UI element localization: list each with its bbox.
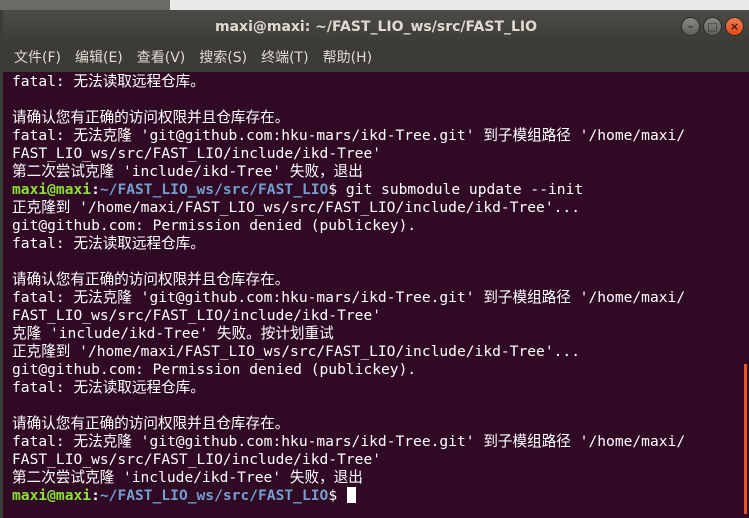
output-line: FAST_LIO_ws/src/FAST_LIO/include/ikd-Tre… xyxy=(12,451,739,469)
terminal-window: maxi@maxi: ~/FAST_LIO_ws/src/FAST_LIO – … xyxy=(3,10,749,518)
prompt-path: ~/FAST_LIO_ws/src/FAST_LIO xyxy=(99,487,329,504)
line-text: FAST_LIO_ws/src/FAST_LIO/include/ikd-Tre… xyxy=(12,307,382,324)
line-text: 请确认您有正确的访问权限并且仓库存在。 xyxy=(12,415,290,432)
menubar: 文件(F) 编辑(E) 查看(V) 搜索(S) 终端(T) 帮助(H) xyxy=(3,44,749,72)
output-line: fatal: 无法读取远程仓库。 xyxy=(12,379,739,397)
prompt-line: maxi@maxi:~/FAST_LIO_ws/src/FAST_LIO$ gi… xyxy=(12,181,739,199)
line-text: fatal: 无法克隆 'git@github.com:hku-mars/ikd… xyxy=(12,289,686,306)
prompt-colon: : xyxy=(91,181,100,198)
menu-search[interactable]: 搜索(S) xyxy=(192,44,254,72)
output-line: 正克隆到 '/home/maxi/FAST_LIO_ws/src/FAST_LI… xyxy=(12,343,739,361)
menu-terminal[interactable]: 终端(T) xyxy=(254,44,315,72)
line-text: 正克隆到 '/home/maxi/FAST_LIO_ws/src/FAST_LI… xyxy=(12,343,580,360)
menu-file[interactable]: 文件(F) xyxy=(3,44,68,72)
terminal-cursor xyxy=(346,487,356,503)
line-text: 第二次尝试克隆 'include/ikd-Tree' 失败，退出 xyxy=(12,163,363,180)
menu-edit[interactable]: 编辑(E) xyxy=(68,44,130,72)
output-line: FAST_LIO_ws/src/FAST_LIO/include/ikd-Tre… xyxy=(12,145,739,163)
line-text: 正克隆到 '/home/maxi/FAST_LIO_ws/src/FAST_LI… xyxy=(12,199,580,216)
output-line: fatal: 无法读取远程仓库。 xyxy=(12,73,739,91)
scrollbar-thumb[interactable] xyxy=(744,364,747,514)
window-controls: – □ × xyxy=(681,17,744,36)
output-line: fatal: 无法读取远程仓库。 xyxy=(12,235,739,253)
prompt-colon: : xyxy=(91,487,100,504)
background-window-strip xyxy=(170,0,749,10)
line-text: git@github.com: Permission denied (publi… xyxy=(12,361,417,378)
line-text: git@github.com: Permission denied (publi… xyxy=(12,217,417,234)
output-line: 请确认您有正确的访问权限并且仓库存在。 xyxy=(12,271,739,289)
output-line: FAST_LIO_ws/src/FAST_LIO/include/ikd-Tre… xyxy=(12,307,739,325)
output-line: git@github.com: Permission denied (publi… xyxy=(12,217,739,235)
menu-view[interactable]: 查看(V) xyxy=(130,44,193,72)
prompt-user: maxi@maxi xyxy=(12,181,92,198)
output-line: 第二次尝试克隆 'include/ikd-Tree' 失败，退出 xyxy=(12,163,739,181)
output-line: fatal: 无法克隆 'git@github.com:hku-mars/ikd… xyxy=(12,127,739,145)
prompt-path: ~/FAST_LIO_ws/src/FAST_LIO xyxy=(99,181,329,198)
output-line: 正克隆到 '/home/maxi/FAST_LIO_ws/src/FAST_LI… xyxy=(12,199,739,217)
line-text: fatal: 无法克隆 'git@github.com:hku-mars/ikd… xyxy=(12,127,686,144)
titlebar[interactable]: maxi@maxi: ~/FAST_LIO_ws/src/FAST_LIO – … xyxy=(3,10,749,44)
line-text: 请确认您有正确的访问权限并且仓库存在。 xyxy=(12,109,290,126)
line-text: fatal: 无法读取远程仓库。 xyxy=(12,379,205,396)
line-text: 克隆 'include/ikd-Tree' 失败。按计划重试 xyxy=(12,325,334,342)
line-text: 请确认您有正确的访问权限并且仓库存在。 xyxy=(12,271,290,288)
prompt-line: maxi@maxi:~/FAST_LIO_ws/src/FAST_LIO$ xyxy=(12,487,739,505)
terminal-output[interactable]: fatal: 无法读取远程仓库。 请确认您有正确的访问权限并且仓库存在。 fatal… xyxy=(3,72,739,518)
line-text: 第二次尝试克隆 'include/ikd-Tree' 失败，退出 xyxy=(12,469,363,486)
output-line: 请确认您有正确的访问权限并且仓库存在。 xyxy=(12,415,739,433)
prompt-symbol: $ xyxy=(328,487,338,504)
prompt-symbol: $ xyxy=(328,181,338,198)
output-line: fatal: 无法克隆 'git@github.com:hku-mars/ikd… xyxy=(12,289,739,307)
line-text: FAST_LIO_ws/src/FAST_LIO/include/ikd-Tre… xyxy=(12,145,382,162)
output-line: 克隆 'include/ikd-Tree' 失败。按计划重试 xyxy=(12,325,739,343)
maximize-icon[interactable]: □ xyxy=(703,17,722,36)
prompt-user: maxi@maxi xyxy=(12,487,92,504)
minimize-icon[interactable]: – xyxy=(681,17,700,36)
scrollbar[interactable] xyxy=(741,72,749,518)
output-line: fatal: 无法克隆 'git@github.com:hku-mars/ikd… xyxy=(12,433,739,451)
output-line: 请确认您有正确的访问权限并且仓库存在。 xyxy=(12,109,739,127)
output-line: 第二次尝试克隆 'include/ikd-Tree' 失败，退出 xyxy=(12,469,739,487)
line-text: fatal: 无法读取远程仓库。 xyxy=(12,73,205,90)
line-text: FAST_LIO_ws/src/FAST_LIO/include/ikd-Tre… xyxy=(12,451,382,468)
desktop-top-strip xyxy=(0,0,749,10)
command-text xyxy=(337,487,346,504)
line-text: fatal: 无法读取远程仓库。 xyxy=(12,235,205,252)
close-icon[interactable]: × xyxy=(725,17,744,36)
menu-help[interactable]: 帮助(H) xyxy=(316,44,379,72)
window-title: maxi@maxi: ~/FAST_LIO_ws/src/FAST_LIO xyxy=(215,19,537,35)
command-text: git submodule update --init xyxy=(337,181,584,198)
line-text: fatal: 无法克隆 'git@github.com:hku-mars/ikd… xyxy=(12,433,686,450)
output-line: git@github.com: Permission denied (publi… xyxy=(12,361,739,379)
